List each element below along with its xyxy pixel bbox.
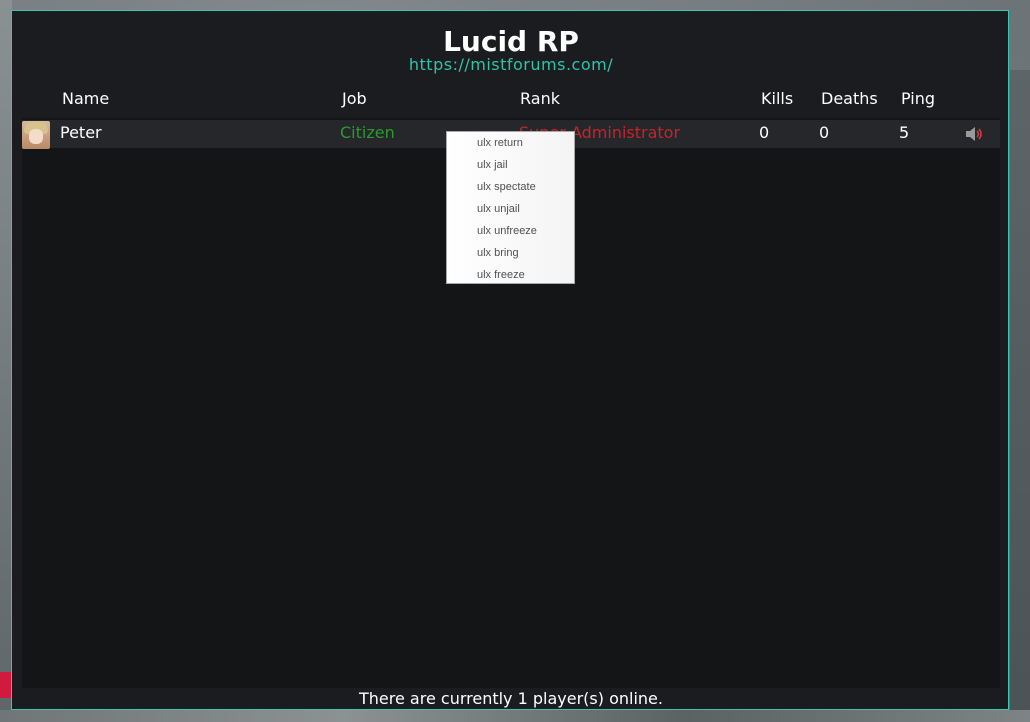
avatar-face — [29, 129, 43, 144]
header-kills: Kills — [761, 89, 794, 108]
menu-item-ulx-jail[interactable]: ulx jail — [447, 154, 574, 176]
menu-item-ulx-return[interactable]: ulx return — [447, 132, 574, 154]
server-title: Lucid RP — [443, 25, 579, 58]
header-ping: Ping — [901, 89, 936, 108]
header-name: Name — [62, 89, 110, 108]
scoreboard-panel: Lucid RP https://mistforums.com/ Name Jo… — [11, 10, 1009, 710]
header-job: Job — [342, 89, 367, 108]
player-context-menu: ulx return ulx jail ulx spectate ulx unj… — [446, 131, 575, 284]
menu-item-ulx-freeze[interactable]: ulx freeze — [447, 264, 574, 286]
header-rank: Rank — [520, 89, 560, 108]
menu-item-ulx-bring[interactable]: ulx bring — [447, 242, 574, 264]
player-deaths: 0 — [819, 123, 830, 142]
menu-item-ulx-unjail[interactable]: ulx unjail — [447, 198, 574, 220]
server-url[interactable]: https://mistforums.com/ — [12, 55, 1010, 74]
avatar[interactable] — [22, 121, 50, 149]
online-count: There are currently 1 player(s) online. — [359, 689, 663, 708]
player-name: Peter — [60, 123, 102, 142]
player-kills: 0 — [759, 123, 770, 142]
player-job: Citizen — [340, 123, 395, 142]
background-world-bottom — [0, 710, 1030, 722]
menu-item-ulx-unfreeze[interactable]: ulx unfreeze — [447, 220, 574, 242]
speaker-icon[interactable] — [965, 127, 983, 141]
column-headers: Name Job Rank Kills Deaths Ping — [12, 89, 1010, 111]
background-world-right — [1010, 70, 1030, 722]
player-ping: 5 — [899, 123, 910, 142]
header-deaths: Deaths — [821, 89, 878, 108]
menu-item-ulx-spectate[interactable]: ulx spectate — [447, 176, 574, 198]
